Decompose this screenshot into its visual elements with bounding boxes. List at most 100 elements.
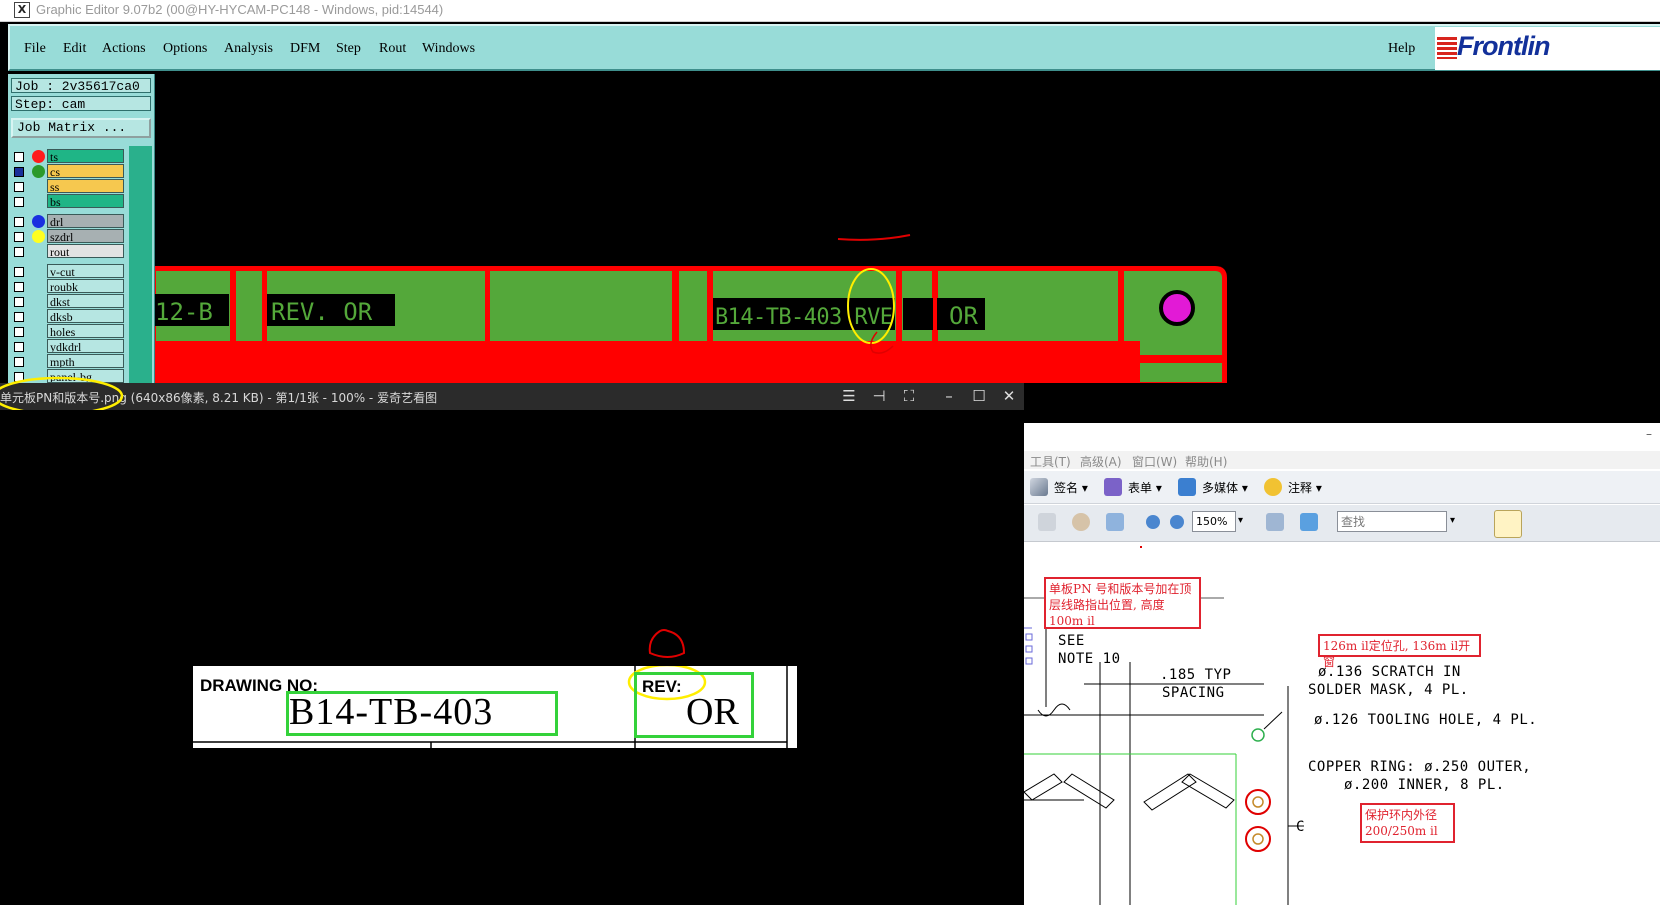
pdf-menu-window[interactable]: 窗口(W) — [1132, 453, 1177, 470]
comment-icon — [1264, 478, 1282, 496]
sign-button-label: 签名 — [1054, 481, 1079, 495]
zoom-dropdown-icon[interactable]: ▾ — [1238, 515, 1243, 526]
layer-name[interactable]: dksb — [47, 309, 124, 323]
job-label: Job : 2v35617ca0 — [11, 78, 151, 94]
layer-checkbox[interactable] — [14, 217, 24, 227]
layer-checkbox[interactable] — [14, 282, 24, 292]
layer-checkbox[interactable] — [14, 357, 24, 367]
layer-name[interactable]: v-cut — [47, 264, 124, 278]
menu-help[interactable]: Help — [1388, 41, 1415, 57]
menu-windows[interactable]: Windows — [422, 41, 475, 57]
hand-icon[interactable] — [1072, 513, 1090, 531]
layer-checkbox[interactable] — [14, 232, 24, 242]
zoom-out-icon[interactable] — [1146, 515, 1160, 529]
menu-options[interactable]: Options — [163, 41, 207, 57]
layer-row-cs[interactable]: cs — [11, 164, 125, 179]
form-button[interactable]: 表单 ▾ — [1128, 479, 1162, 496]
layer-checkbox[interactable] — [14, 297, 24, 307]
fit-width-icon[interactable] — [1300, 513, 1318, 531]
layer-name[interactable]: ts — [47, 149, 124, 163]
close-icon[interactable]: ✕ — [998, 386, 1020, 406]
scratch-text-2: SOLDER MASK, 4 PL. — [1308, 682, 1469, 698]
layer-checkbox[interactable] — [14, 327, 24, 337]
pdf-toolbar-tasks: 签名 ▾ 表单 ▾ 多媒体 ▾ 注释 ▾ — [1024, 471, 1660, 504]
layer-row-rout[interactable]: rout — [11, 244, 125, 259]
comment-button[interactable]: 注释 ▾ — [1288, 479, 1322, 496]
menu-file[interactable]: File — [24, 41, 46, 57]
sign-pen-icon — [1030, 478, 1048, 496]
layer-name[interactable]: roubk — [47, 279, 124, 293]
rev-value: OR — [686, 691, 739, 733]
multimedia-icon — [1178, 478, 1196, 496]
fit-page-icon[interactable] — [1266, 513, 1284, 531]
pdf-menu-help[interactable]: 帮助(H) — [1185, 453, 1227, 470]
layer-checkbox[interactable] — [14, 342, 24, 352]
x-window-icon[interactable]: X — [14, 2, 30, 18]
menu-actions[interactable]: Actions — [102, 41, 146, 57]
viewer-title-bar: 单元板PN和版本号.png (640x86像素, 8.21 KB) - 第1/1… — [0, 383, 1024, 410]
layer-row-drl[interactable]: drl — [11, 214, 125, 229]
layer-row-roubk[interactable]: roubk — [11, 279, 125, 294]
window-title: Graphic Editor 9.07b2 (00@HY-HYCAM-PC148… — [36, 2, 444, 17]
layer-row-szdrl[interactable]: szdrl — [11, 229, 125, 244]
layer-name[interactable]: bs — [47, 194, 124, 208]
menu-dfm[interactable]: DFM — [290, 41, 320, 57]
layer-name[interactable]: dkst — [47, 294, 124, 308]
layer-checkbox[interactable] — [14, 312, 24, 322]
menu-step[interactable]: Step — [336, 41, 361, 57]
layer-row-ydkdrl[interactable]: ydkdrl — [11, 339, 125, 354]
search-dropdown-icon[interactable]: ▾ — [1450, 515, 1455, 526]
layer-name[interactable]: ss — [47, 179, 124, 193]
multimedia-button[interactable]: 多媒体 ▾ — [1202, 479, 1248, 496]
zoom-tool-icon[interactable] — [1106, 513, 1124, 531]
menu-rout[interactable]: Rout — [379, 41, 406, 57]
layer-checkbox[interactable] — [14, 167, 24, 177]
job-matrix-button[interactable]: Job Matrix ... — [11, 118, 151, 138]
pdf-toolbar-view: 150% ▾ 查找 ▾ — [1024, 505, 1660, 542]
layer-row-mpth[interactable]: mpth — [11, 354, 125, 369]
layer-checkbox[interactable] — [14, 182, 24, 192]
pdf-search-input[interactable]: 查找 — [1337, 511, 1447, 532]
note-protect-ring: 保护环内外径200/250m il — [1360, 803, 1455, 843]
layer-name[interactable]: ydkdrl — [47, 339, 124, 353]
zoom-in-icon[interactable] — [1170, 515, 1184, 529]
layer-row-v-cut[interactable]: v-cut — [11, 264, 125, 279]
fullscreen-icon[interactable]: ⛶ — [898, 386, 920, 406]
layer-row-bs[interactable]: bs — [11, 194, 125, 209]
graphic-canvas[interactable]: 12-B REV. OR B14-TB-403 RVE OR — [155, 74, 1660, 383]
layer-row-dksb[interactable]: dksb — [11, 309, 125, 324]
canvas-text-b14: B14-TB-403 RVE — [715, 305, 893, 330]
layer-checkbox[interactable] — [14, 247, 24, 257]
menu-analysis[interactable]: Analysis — [224, 41, 273, 57]
select-text-icon[interactable] — [1038, 513, 1056, 531]
maximize-icon[interactable]: ☐ — [968, 386, 990, 406]
layer-row-dkst[interactable]: dkst — [11, 294, 125, 309]
layer-row-ts[interactable]: ts — [11, 149, 125, 164]
pencil-icon[interactable] — [1494, 510, 1522, 538]
layer-name[interactable]: mpth — [47, 354, 124, 368]
layer-name[interactable]: szdrl — [47, 229, 124, 243]
layer-scrollbar[interactable] — [129, 146, 152, 386]
copper-ring-mark — [1245, 789, 1271, 815]
layer-checkbox[interactable] — [14, 197, 24, 207]
sign-button[interactable]: 签名 ▾ — [1054, 479, 1088, 496]
comment-button-label: 注释 — [1288, 481, 1313, 495]
image-viewer: DRAWING NO: REV: B14-TB-403 OR — [0, 410, 1024, 905]
menu-icon[interactable]: ☰ — [838, 386, 860, 406]
layer-name[interactable]: cs — [47, 164, 124, 178]
layer-row-ss[interactable]: ss — [11, 179, 125, 194]
menu-edit[interactable]: Edit — [63, 41, 86, 57]
layer-name[interactable]: drl — [47, 214, 124, 228]
pdf-menu-tools[interactable]: 工具(T) — [1030, 453, 1071, 470]
layer-name[interactable]: holes — [47, 324, 124, 338]
magenta-pad — [1159, 290, 1195, 326]
pin-icon[interactable]: ⊣ — [868, 386, 890, 406]
pdf-close-icon[interactable]: – — [1646, 427, 1652, 441]
layer-name[interactable]: rout — [47, 244, 124, 258]
layer-checkbox[interactable] — [14, 267, 24, 277]
zoom-level-field[interactable]: 150% — [1192, 511, 1236, 532]
pdf-menu-advanced[interactable]: 高级(A) — [1080, 453, 1122, 470]
layer-row-holes[interactable]: holes — [11, 324, 125, 339]
minimize-icon[interactable]: – — [938, 386, 960, 406]
layer-checkbox[interactable] — [14, 152, 24, 162]
